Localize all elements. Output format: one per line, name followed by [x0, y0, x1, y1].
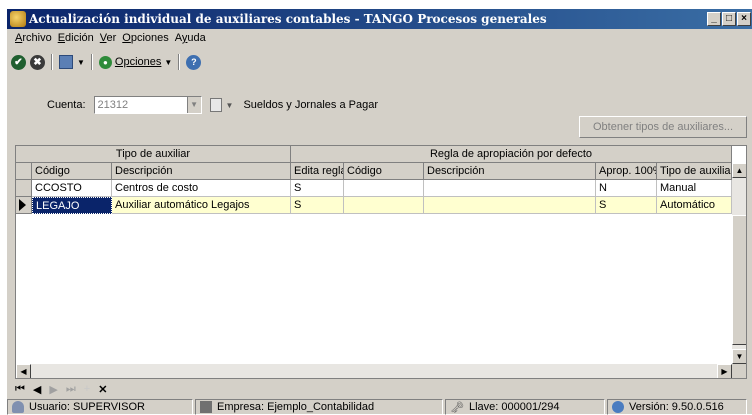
current-row-arrow-icon: [19, 199, 26, 211]
menu-ayuda[interactable]: Ayuda: [175, 32, 206, 44]
column-header-edita-regla[interactable]: Edita regla: [291, 163, 344, 180]
window-controls: _ □ ×: [706, 12, 751, 26]
scroll-up-icon[interactable]: ▲: [732, 163, 746, 178]
options-button[interactable]: ● Opciones ▼: [98, 55, 173, 69]
chevron-down-icon[interactable]: ▼: [186, 97, 201, 113]
horizontal-scrollbar[interactable]: ◀ ▶: [16, 364, 732, 378]
add-record-icon[interactable]: +: [84, 383, 90, 395]
table-cell[interactable]: Manual: [657, 180, 732, 197]
status-bar: Usuario: SUPERVISOR Empresa: Ejemplo_Con…: [7, 399, 752, 415]
close-icon[interactable]: ×: [737, 12, 751, 26]
scroll-corner: [732, 364, 746, 378]
table-cell[interactable]: Auxiliar automático Legajos: [112, 197, 291, 214]
status-llave: 🗝 Llave: 000001/294: [445, 399, 605, 415]
table-cell[interactable]: [424, 180, 596, 197]
cuenta-label: Cuenta:: [47, 99, 86, 111]
app-icon: [10, 11, 26, 27]
info-icon: [612, 401, 624, 413]
status-version-text: Versión: 9.50.0.516: [629, 401, 724, 413]
scroll-thumb[interactable]: [732, 215, 746, 345]
row-indicator-current[interactable]: [16, 197, 32, 214]
table-cell[interactable]: S: [291, 197, 344, 214]
record-navigator: ⏮ ◀ ▶ ⏭ + ✕: [15, 381, 107, 397]
status-version: Versión: 9.50.0.516: [607, 399, 747, 415]
cuenta-value: 21312: [97, 99, 129, 111]
menu-bar: Archivo Edición Ver Opciones Ayuda: [15, 32, 206, 44]
chevron-down-icon[interactable]: ▼: [226, 101, 234, 110]
auxiliares-grid: Tipo de auxiliar Regla de apropiación po…: [15, 145, 747, 379]
status-llave-text: Llave: 000001/294: [468, 401, 560, 413]
table-cell-focused[interactable]: LEGAJO: [32, 197, 112, 214]
table-cell[interactable]: N: [596, 180, 657, 197]
vertical-scrollbar[interactable]: ▲ ▼: [732, 163, 746, 364]
table-cell[interactable]: S: [596, 197, 657, 214]
group-header-tipo: Tipo de auxiliar: [16, 146, 291, 163]
options-icon: ●: [98, 55, 112, 69]
table-cell[interactable]: [424, 197, 596, 214]
first-record-icon[interactable]: ⏮: [15, 383, 25, 396]
table-cell[interactable]: S: [291, 180, 344, 197]
table-cell[interactable]: Centros de costo: [112, 180, 291, 197]
help-icon[interactable]: ?: [186, 54, 202, 70]
menu-edicion[interactable]: Edición: [58, 32, 94, 44]
title-bar[interactable]: Actualización individual de auxiliares c…: [7, 9, 752, 29]
table-cell[interactable]: CCOSTO: [32, 180, 112, 197]
maximize-icon[interactable]: □: [722, 12, 736, 26]
status-usuario: Usuario: SUPERVISOR: [7, 399, 193, 415]
toolbar: ✔ ✖ ▼ ● Opciones ▼ ?: [11, 51, 202, 73]
column-header-regla-descripcion[interactable]: Descripción: [424, 163, 596, 180]
group-header-regla: Regla de apropiación por defecto: [291, 146, 732, 163]
toolbar-separator: [90, 54, 93, 70]
menu-ver[interactable]: Ver: [100, 32, 117, 44]
status-empresa-text: Empresa: Ejemplo_Contabilidad: [217, 401, 375, 413]
scroll-down-icon[interactable]: ▼: [732, 349, 746, 364]
main-window: Actualización individual de auxiliares c…: [6, 8, 752, 415]
accept-icon[interactable]: ✔: [11, 54, 26, 70]
lookup-icon[interactable]: [209, 98, 222, 112]
minimize-icon[interactable]: _: [707, 12, 721, 26]
save-icon[interactable]: [59, 55, 73, 69]
cuenta-field[interactable]: 21312 ▼: [93, 96, 202, 114]
column-header-descripcion[interactable]: Descripción: [112, 163, 291, 180]
prev-record-icon[interactable]: ◀: [33, 383, 41, 396]
obtener-tipos-button[interactable]: Obtener tipos de auxiliares...: [579, 116, 747, 138]
status-empresa: Empresa: Ejemplo_Contabilidad: [195, 399, 443, 415]
key-icon: 🗝: [450, 401, 464, 414]
chevron-down-icon[interactable]: ▼: [77, 58, 85, 67]
table-cell[interactable]: [344, 180, 424, 197]
table-cell[interactable]: Automático: [657, 197, 732, 214]
cuenta-description: Sueldos y Jornales a Pagar: [243, 99, 378, 111]
row-indicator-header: [16, 163, 32, 180]
column-header-regla-codigo[interactable]: Código: [344, 163, 424, 180]
table-cell[interactable]: [344, 197, 424, 214]
toolbar-separator: [51, 54, 53, 70]
row-indicator[interactable]: [16, 180, 32, 197]
window-title: Actualización individual de auxiliares c…: [29, 12, 547, 26]
company-icon: [200, 401, 212, 413]
column-header-aprop[interactable]: Aprop. 100%: [596, 163, 657, 180]
scroll-right-icon[interactable]: ▶: [717, 364, 732, 378]
cancel-icon[interactable]: ✖: [30, 54, 45, 70]
column-header-codigo[interactable]: Código: [32, 163, 112, 180]
status-usuario-text: Usuario: SUPERVISOR: [29, 401, 145, 413]
next-record-icon[interactable]: ▶: [49, 383, 57, 396]
delete-record-icon[interactable]: ✕: [98, 383, 107, 396]
cuenta-row: Cuenta: 21312 ▼ ▼ Sueldos y Jornales a P…: [47, 96, 378, 114]
user-icon: [12, 401, 24, 413]
chevron-down-icon: ▼: [164, 57, 173, 67]
scroll-left-icon[interactable]: ◀: [16, 364, 31, 378]
last-record-icon[interactable]: ⏭: [66, 383, 76, 396]
column-header-tipo-auxiliar[interactable]: Tipo de auxiliar: [657, 163, 732, 180]
menu-archivo[interactable]: Archivo: [15, 32, 52, 44]
toolbar-separator: [178, 54, 181, 70]
options-label: Opciones: [114, 56, 162, 68]
menu-opciones[interactable]: Opciones: [122, 32, 168, 44]
